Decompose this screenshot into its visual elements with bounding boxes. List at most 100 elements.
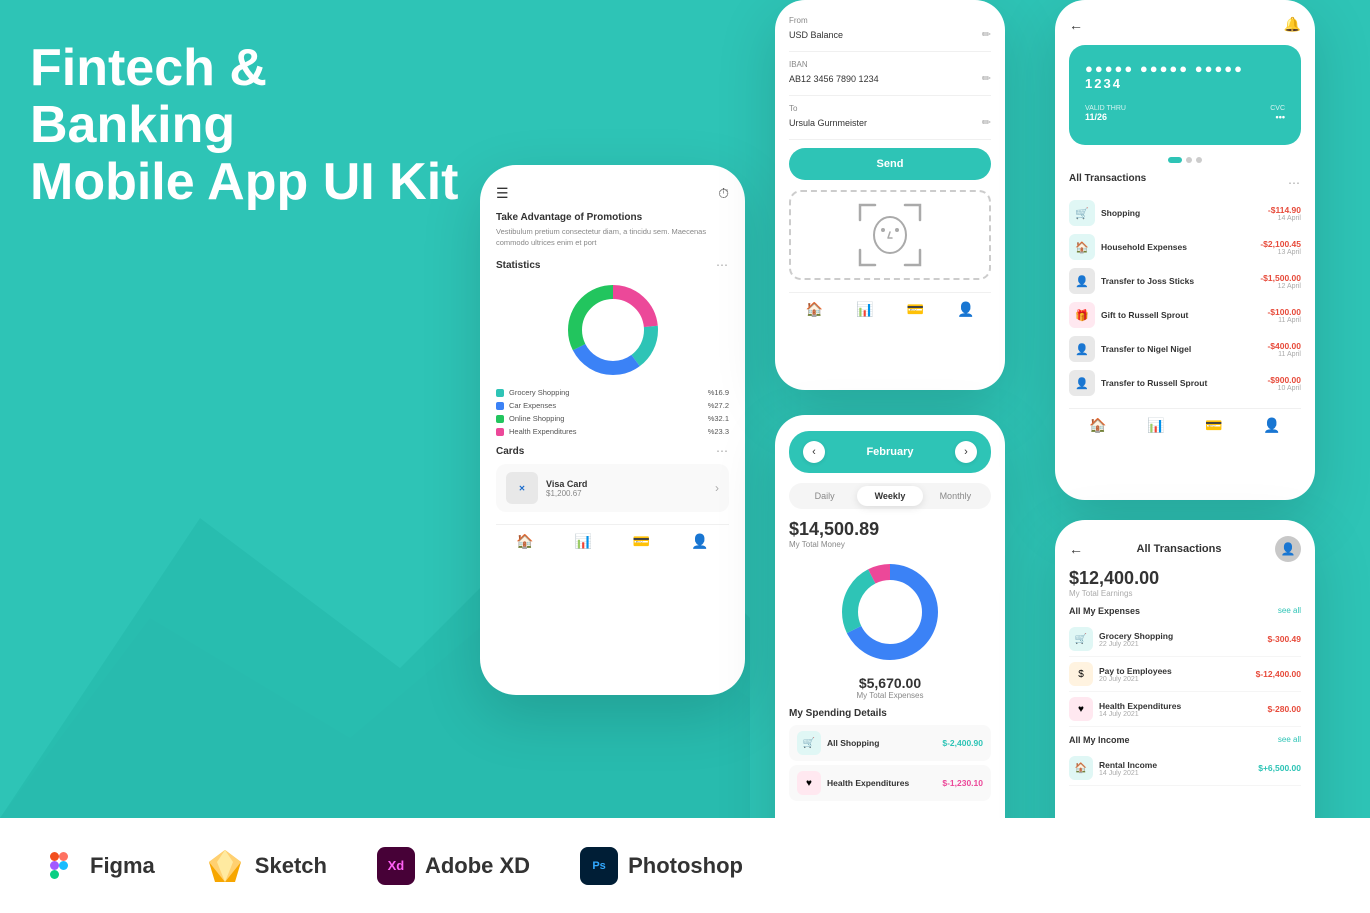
see-all-income[interactable]: see all — [1278, 735, 1301, 745]
spending-title: My Spending Details — [789, 708, 991, 719]
phone-card: ← 🔔 ●●●●● ●●●●● ●●●●● 1234 VALID THRU 11… — [1055, 0, 1315, 500]
tx-household: 🏠 Household Expenses -$2,100.45 13 April — [1069, 234, 1301, 260]
nav-home[interactable]: 🏠 — [516, 533, 533, 550]
hamburger-icon[interactable]: ☰ — [496, 185, 509, 202]
cards-label: Cards — [496, 446, 524, 457]
sketch-tool: Sketch — [205, 846, 327, 886]
prev-month-btn[interactable]: ‹ — [803, 441, 825, 463]
nav4-card[interactable]: 💳 — [1205, 417, 1222, 434]
expense-employees: $ Pay to Employees 20 July 2021 $-12,400… — [1069, 657, 1301, 692]
tab-weekly[interactable]: Weekly — [857, 486, 922, 506]
back-icon[interactable]: ← — [1069, 17, 1083, 33]
photoshop-tool: Ps Photoshop — [580, 847, 743, 885]
total-money: $14,500.89 — [789, 519, 991, 540]
tab-daily[interactable]: Daily — [792, 486, 857, 506]
nav2-home[interactable]: 🏠 — [806, 301, 823, 318]
statistics-menu[interactable]: ⋯ — [716, 258, 729, 272]
phone5-header: ← All Transactions 👤 — [1069, 536, 1301, 562]
phone4-header: ← 🔔 — [1069, 16, 1301, 33]
legend-grocery: Grocery Shopping — [509, 388, 569, 397]
figma-icon — [40, 846, 80, 886]
phone5-title: All Transactions — [1137, 543, 1222, 555]
hero-section: Fintech & Banking Mobile App UI Kit — [30, 40, 470, 242]
edit-to-icon[interactable]: ✏ — [982, 116, 991, 129]
phone-stats: ☰ ⏱ Take Advantage of Promotions Vestibu… — [480, 165, 745, 695]
tx-gift: 🎁 Gift to Russell Sprout -$100.00 11 Apr… — [1069, 302, 1301, 328]
from-field: From USD Balance ✏ — [789, 16, 991, 41]
photoshop-icon: Ps — [580, 847, 618, 885]
donut-chart — [496, 280, 729, 380]
income-header: All My Income see all — [1069, 735, 1301, 745]
month-header: ‹ February › — [789, 431, 991, 473]
statistics-header: Statistics ⋯ — [496, 258, 729, 272]
legend-health: Health Expenditures — [509, 427, 577, 436]
expense-health: ♥ Health Expenditures 14 July 2021 $-280… — [1069, 692, 1301, 727]
statistics-label: Statistics — [496, 260, 540, 271]
tx-shopping: 🛒 Shopping -$114.90 14 April — [1069, 200, 1301, 226]
month-label: February — [866, 446, 913, 458]
card-number: ●●●●● ●●●●● ●●●●● 1234 — [1085, 61, 1285, 91]
nav4-home[interactable]: 🏠 — [1089, 417, 1106, 434]
photoshop-label: Photoshop — [628, 853, 743, 879]
nav4-profile[interactable]: 👤 — [1263, 417, 1280, 434]
cards-menu[interactable]: ⋯ — [716, 444, 729, 458]
promo-text: Vestibulum pretium consectetur diam, a t… — [496, 227, 729, 248]
promo-title: Take Advantage of Promotions — [496, 212, 729, 223]
expenses-header: All My Expenses see all — [1069, 606, 1301, 616]
adobexd-label: Adobe XD — [425, 853, 530, 879]
nav-card[interactable]: 💳 — [633, 533, 650, 550]
tx-nigel: 👤 Transfer to Nigel Nigel -$400.00 11 Ap… — [1069, 336, 1301, 362]
earnings-section: $12,400.00 My Total Earnings — [1069, 568, 1301, 598]
adobexd-tool: Xd Adobe XD — [377, 847, 530, 885]
adobexd-icon: Xd — [377, 847, 415, 885]
sketch-label: Sketch — [255, 853, 327, 879]
nav2-profile[interactable]: 👤 — [957, 301, 974, 318]
expense-grocery: 🛒 Grocery Shopping 22 July 2021 $-300.49 — [1069, 622, 1301, 657]
to-field: To Ursula Gurnmeister ✏ — [789, 104, 991, 129]
phone1-header: ☰ ⏱ — [496, 185, 729, 202]
next-month-btn[interactable]: › — [955, 441, 977, 463]
card-chevron[interactable]: › — [715, 481, 719, 495]
phone4-navbar: 🏠 📊 💳 👤 — [1069, 408, 1301, 434]
see-all-expenses[interactable]: see all — [1278, 606, 1301, 616]
credit-card: ●●●●● ●●●●● ●●●●● 1234 VALID THRU 11/26 … — [1069, 45, 1301, 145]
transactions-menu[interactable]: ⋯ — [1288, 176, 1301, 190]
nav-stats[interactable]: 📊 — [575, 533, 592, 550]
phone-transfer: From USD Balance ✏ IBAN AB12 3456 7890 1… — [775, 0, 1005, 390]
visa-card-item[interactable]: ✕ Visa Card $1,200.67 › — [496, 464, 729, 512]
spending-health: ♥ Health Expenditures $-1,230.10 — [789, 765, 991, 801]
cards-section: Cards ⋯ ✕ Visa Card $1,200.67 › — [496, 444, 729, 512]
edit-iban-icon[interactable]: ✏ — [982, 72, 991, 85]
promo-section: Take Advantage of Promotions Vestibulum … — [496, 212, 729, 248]
total-expenses: $5,670.00 — [789, 675, 991, 691]
phone1-navbar: 🏠 📊 💳 👤 — [496, 524, 729, 550]
bell-icon[interactable]: 🔔 — [1284, 16, 1301, 33]
edit-from-icon[interactable]: ✏ — [982, 28, 991, 41]
income-rental: 🏠 Rental Income 14 July 2021 $+6,500.00 — [1069, 751, 1301, 786]
tab-monthly[interactable]: Monthly — [923, 486, 988, 506]
back-icon-5[interactable]: ← — [1069, 541, 1083, 557]
iban-field: IBAN AB12 3456 7890 1234 ✏ — [789, 60, 991, 85]
bottom-toolbar: Figma Sketch Xd Adobe XD Ps Photoshop — [0, 818, 1370, 913]
main-title: Fintech & Banking Mobile App UI Kit — [30, 40, 470, 212]
sketch-icon — [205, 846, 245, 886]
spending-all-shopping: 🛒 All Shopping $-2,400.90 — [789, 725, 991, 761]
card-logo: ✕ — [506, 472, 538, 504]
transactions-label: All Transactions — [1069, 173, 1146, 184]
card-amount: $1,200.67 — [546, 489, 587, 498]
figma-tool: Figma — [40, 846, 155, 886]
legend-online: Online Shopping — [509, 414, 564, 423]
tx-russell: 👤 Transfer to Russell Sprout -$900.00 10… — [1069, 370, 1301, 396]
card-name: Visa Card — [546, 479, 587, 489]
time-icon[interactable]: ⏱ — [718, 185, 729, 202]
legend-car: Car Expenses — [509, 401, 556, 410]
send-button[interactable]: Send — [789, 148, 991, 180]
nav4-stats[interactable]: 📊 — [1147, 417, 1164, 434]
transaction-list: 🛒 Shopping -$114.90 14 April 🏠 Household… — [1069, 200, 1301, 396]
nav2-stats[interactable]: 📊 — [856, 301, 873, 318]
card-dots — [1069, 157, 1301, 163]
tx-joss: 👤 Transfer to Joss Sticks -$1,500.00 12 … — [1069, 268, 1301, 294]
nav-profile[interactable]: 👤 — [691, 533, 708, 550]
legend: Grocery Shopping%16.9 Car Expenses%27.2 … — [496, 388, 729, 436]
nav2-card[interactable]: 💳 — [907, 301, 924, 318]
